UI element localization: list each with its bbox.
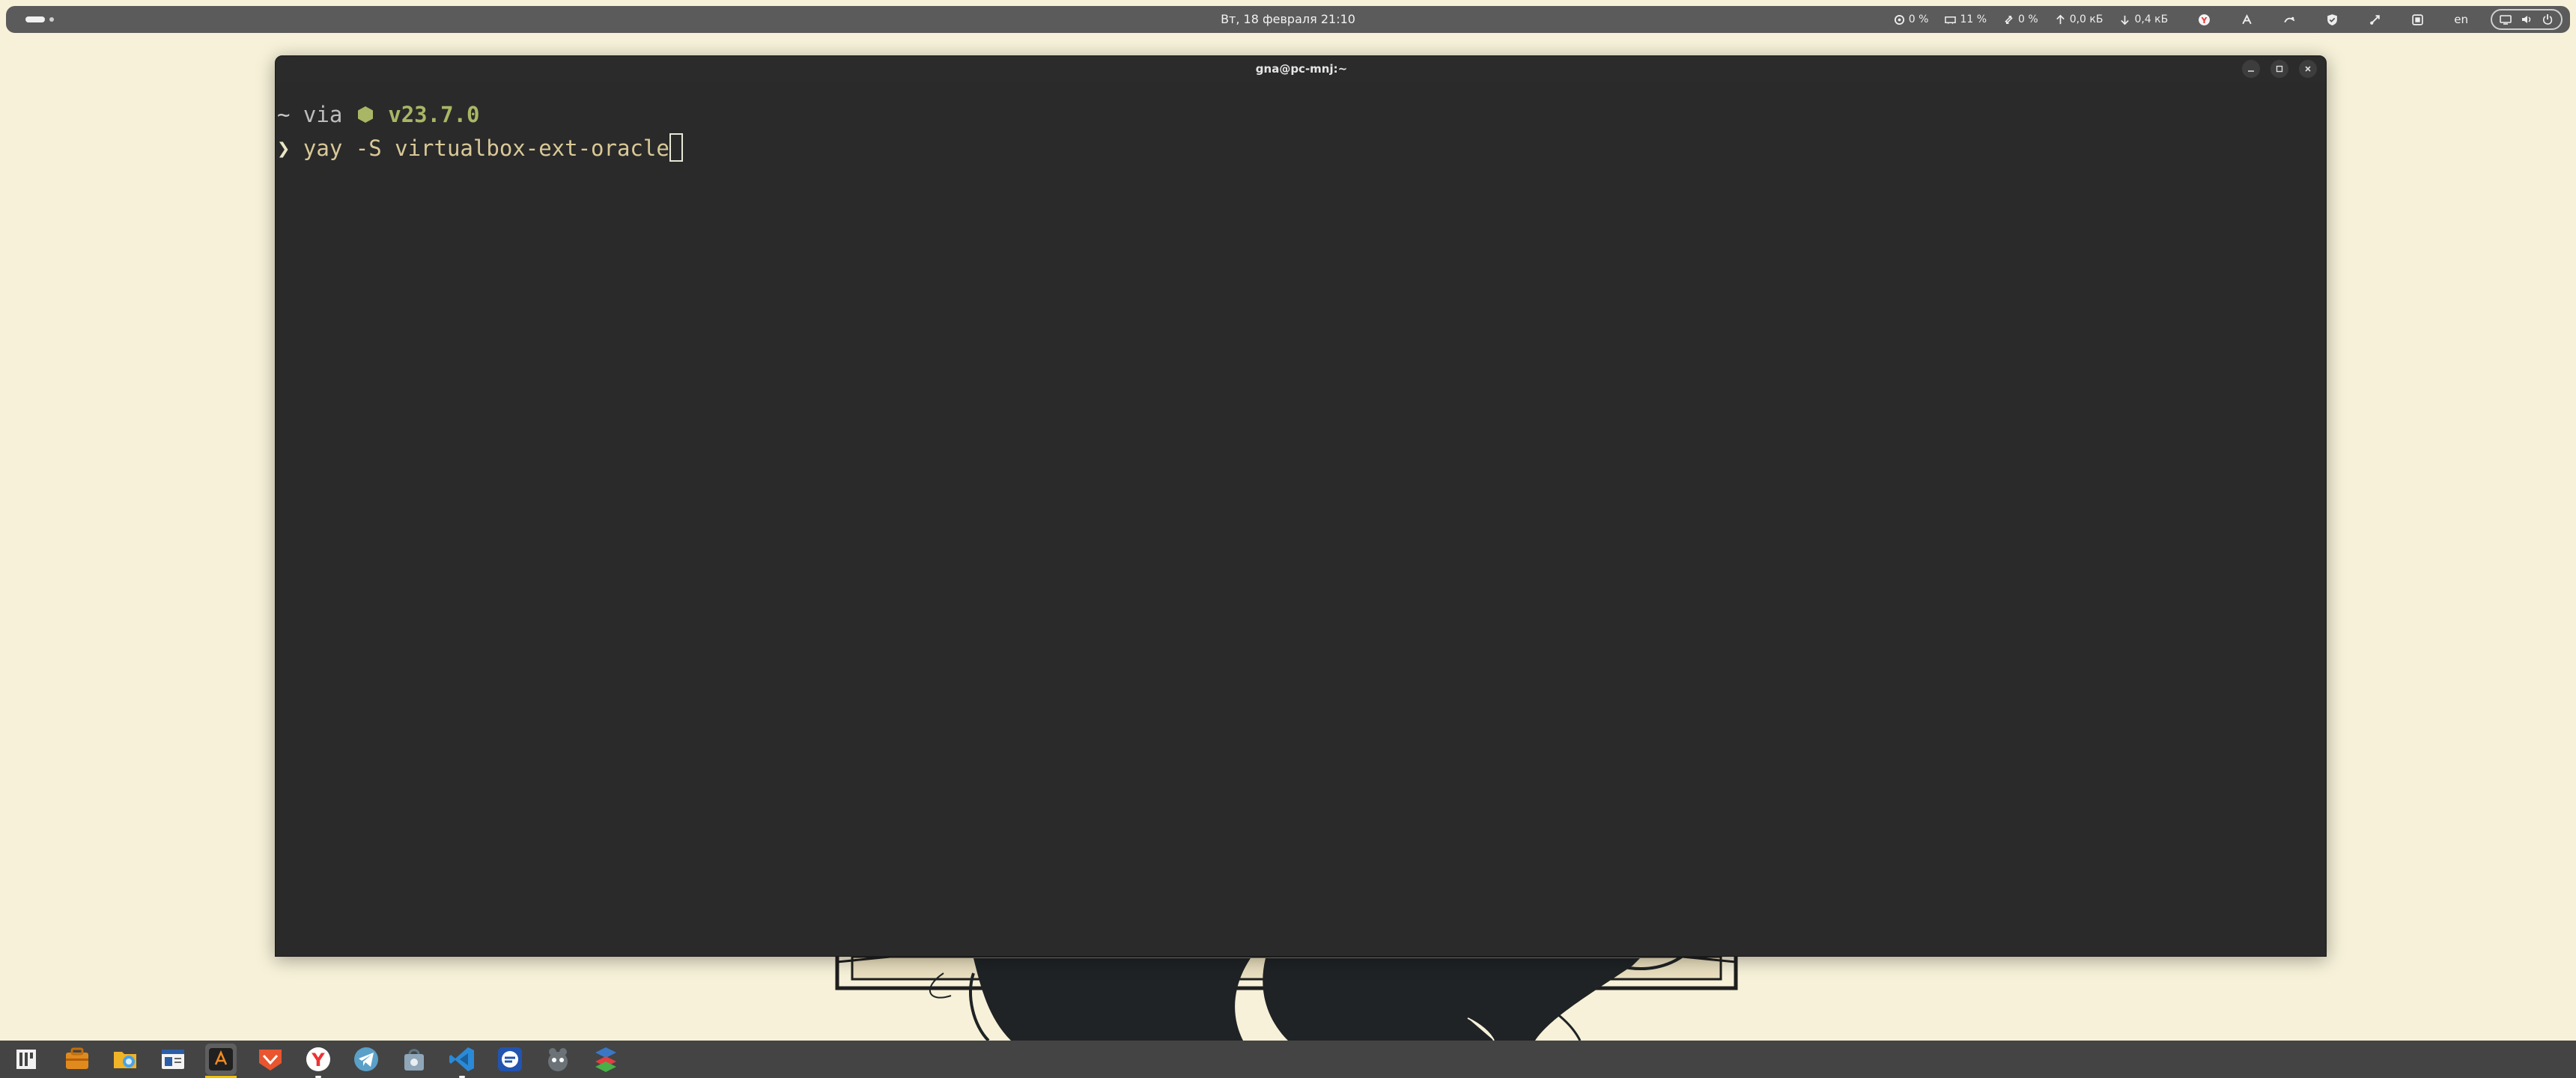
top-panel: Вт, 18 февраля 21:10 0 % 11 % 0 % 0,0 кБ… bbox=[6, 6, 2570, 33]
text-editor-icon[interactable] bbox=[157, 1044, 189, 1075]
keyboard-layout-indicator[interactable]: en bbox=[2454, 13, 2468, 26]
memory-icon bbox=[1945, 16, 1957, 24]
terminal-output[interactable]: ~ via v23.7.0 ❯ yay -S virtualbox-ext-or… bbox=[276, 82, 2326, 956]
swap-indicator[interactable]: 0 % bbox=[2003, 13, 2038, 25]
current-directory: ~ bbox=[277, 102, 291, 127]
svg-text:Y: Y bbox=[2201, 15, 2208, 25]
gitkraken-icon[interactable] bbox=[255, 1044, 286, 1075]
node-version: v23.7.0 bbox=[388, 102, 480, 127]
toolbox-icon[interactable] bbox=[61, 1044, 93, 1075]
close-icon bbox=[2305, 66, 2311, 72]
text-cursor bbox=[669, 133, 683, 162]
power-icon bbox=[2542, 14, 2553, 25]
net-upload-indicator[interactable]: 0,0 кБ bbox=[2055, 13, 2103, 25]
shield-tray-icon[interactable] bbox=[2326, 13, 2339, 26]
system-menu[interactable] bbox=[2491, 9, 2563, 30]
volume-icon bbox=[2522, 16, 2531, 23]
typed-command: yay -S virtualbox-ext-oracle bbox=[303, 135, 669, 161]
workspace-active-indicator bbox=[25, 16, 45, 22]
terminal-window[interactable]: gna@pc-mnj:~ ~ via v23.7.0 ❯ yay -S virt… bbox=[275, 55, 2327, 957]
maximize-icon bbox=[2276, 65, 2283, 73]
net-upload-value: 0,0 кБ bbox=[2069, 13, 2103, 25]
vscode-icon[interactable] bbox=[446, 1044, 478, 1078]
memory-indicator[interactable]: 11 % bbox=[1945, 13, 1987, 25]
status-indicators: 0 % 11 % 0 % 0,0 кБ 0,4 кБ Y en bbox=[1877, 6, 2563, 33]
maximize-button[interactable] bbox=[2270, 60, 2288, 78]
arrow-down-icon bbox=[2121, 15, 2130, 25]
cpu-value: 0 % bbox=[1908, 13, 1929, 25]
tray-app-icon[interactable] bbox=[2241, 13, 2253, 26]
software-icon[interactable] bbox=[398, 1044, 430, 1075]
window-titlebar[interactable]: gna@pc-mnj:~ bbox=[276, 56, 2326, 82]
tray-app-icon-2[interactable] bbox=[2283, 13, 2296, 26]
swap-icon bbox=[2005, 15, 2013, 24]
tray-app-icon-4[interactable] bbox=[2411, 13, 2424, 26]
dock: Y bbox=[0, 1041, 2576, 1078]
virtualbox-icon[interactable] bbox=[590, 1044, 622, 1075]
nodejs-icon bbox=[357, 106, 373, 123]
desktop: Вт, 18 февраля 21:10 0 % 11 % 0 % 0,0 кБ… bbox=[0, 0, 2576, 1078]
minimize-icon bbox=[2248, 70, 2254, 72]
gimp-icon[interactable] bbox=[542, 1044, 574, 1075]
app-grid-icon[interactable] bbox=[10, 1044, 42, 1075]
memory-value: 11 % bbox=[1960, 13, 1987, 25]
terminal-icon[interactable] bbox=[205, 1044, 237, 1078]
app-blue-icon[interactable] bbox=[494, 1044, 526, 1075]
net-download-value: 0,4 кБ bbox=[2134, 13, 2169, 25]
net-download-indicator[interactable]: 0,4 кБ bbox=[2119, 13, 2168, 25]
arrow-up-icon bbox=[2056, 14, 2065, 24]
yandex-browser-tray-icon[interactable]: Y bbox=[2198, 13, 2211, 26]
activities-button[interactable] bbox=[25, 15, 54, 24]
command-line: ❯ yay -S virtualbox-ext-oracle bbox=[277, 132, 2326, 165]
window-controls bbox=[2242, 60, 2317, 78]
cpu-icon bbox=[1894, 14, 1904, 25]
display-icon bbox=[2500, 15, 2512, 25]
datetime-label[interactable]: Вт, 18 февраля 21:10 bbox=[1221, 12, 1355, 26]
minimize-button[interactable] bbox=[2242, 60, 2260, 78]
window-title: gna@pc-mnj:~ bbox=[1255, 62, 1348, 76]
tray-app-icon-3[interactable] bbox=[2369, 13, 2381, 26]
prompt-info-line: ~ via v23.7.0 bbox=[277, 98, 2326, 132]
workspace-indicator bbox=[49, 17, 54, 22]
telegram-icon[interactable] bbox=[350, 1044, 382, 1075]
file-manager-icon[interactable] bbox=[109, 1044, 141, 1075]
prompt-symbol: ❯ bbox=[277, 135, 303, 161]
close-button[interactable] bbox=[2299, 60, 2317, 78]
swap-value: 0 % bbox=[2018, 13, 2038, 25]
via-label: via bbox=[290, 102, 356, 127]
svg-text:Y: Y bbox=[311, 1050, 325, 1071]
yandex-browser-icon[interactable]: Y bbox=[303, 1044, 334, 1078]
cpu-indicator[interactable]: 0 % bbox=[1894, 13, 1929, 25]
